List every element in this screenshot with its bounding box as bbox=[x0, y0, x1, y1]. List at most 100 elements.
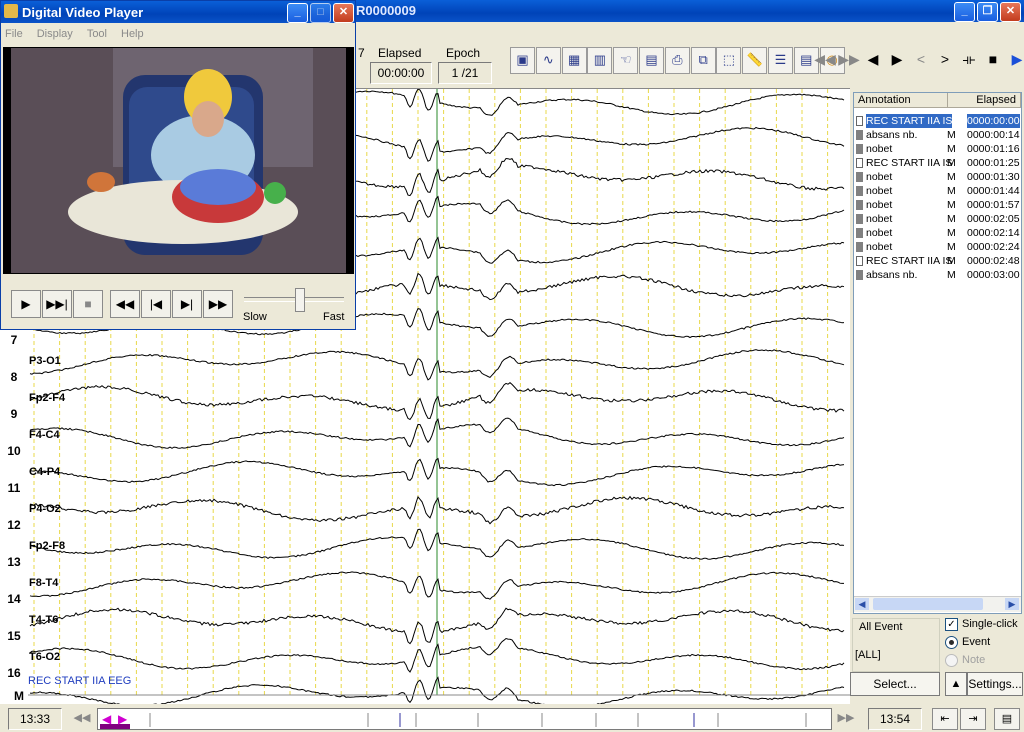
annotation-label: nobet bbox=[866, 241, 893, 253]
annotation-time: 0000:02:05 bbox=[967, 213, 1020, 225]
annotation-row[interactable]: absans nb. M 0000:00:14 bbox=[854, 128, 1021, 142]
fast-play-button[interactable]: ▶▶| bbox=[42, 290, 72, 318]
annotation-type: M bbox=[947, 143, 956, 155]
annotation-label: nobet bbox=[866, 185, 893, 197]
annotation-type: M bbox=[947, 129, 956, 141]
center-button[interactable]: ⟛ bbox=[958, 47, 980, 72]
list-icon[interactable]: ☰ bbox=[768, 47, 793, 74]
step-back-button[interactable]: < bbox=[910, 47, 932, 72]
vp-menu-help[interactable]: Help bbox=[121, 28, 144, 40]
annotation-marker-icon bbox=[856, 228, 863, 238]
speed-slow-label: Slow bbox=[243, 311, 267, 323]
rewind-icon[interactable]: ◀◀ bbox=[72, 709, 92, 727]
annotation-row[interactable]: nobet M 0000:02:05 bbox=[854, 212, 1021, 226]
annotation-row[interactable]: nobet M 0000:01:30 bbox=[854, 170, 1021, 184]
timeline-end-time: 13:54 bbox=[868, 708, 922, 730]
step-forward-button[interactable]: > bbox=[934, 47, 956, 72]
scroll-right-icon[interactable]: ▶ bbox=[1005, 598, 1019, 610]
select-button[interactable]: Select... bbox=[850, 672, 940, 696]
vp-minimize-button[interactable]: _ bbox=[287, 3, 308, 23]
jump-start-icon[interactable]: ⇤ bbox=[932, 708, 958, 730]
annotation-row[interactable]: REC START IIA IS M 0000:02:48 bbox=[854, 254, 1021, 268]
hand-icon[interactable]: ☜ bbox=[613, 47, 639, 74]
annotation-list[interactable]: Annotation Elapsed REC START IIA IS 0000:… bbox=[853, 92, 1022, 614]
event-filter-group: All Event [ALL] bbox=[852, 618, 940, 672]
annotation-row[interactable]: absans nb. M 0000:03:00 bbox=[854, 268, 1021, 282]
play-button[interactable]: ▶ bbox=[11, 290, 41, 318]
annotation-marker-icon bbox=[856, 186, 863, 196]
annotation-row[interactable]: REC START IIA IS 0000:00:00 bbox=[854, 114, 1021, 128]
channel-name: Fp2-F8 bbox=[29, 540, 66, 552]
single-click-label: Single-click bbox=[962, 618, 1018, 630]
vp-menu-file[interactable]: File bbox=[5, 28, 23, 40]
jump-end-icon[interactable]: ⇥ bbox=[960, 708, 986, 730]
ruler-icon[interactable]: 📏 bbox=[742, 47, 768, 74]
copy-icon[interactable]: ⧉ bbox=[690, 47, 716, 74]
vp-maximize-button[interactable]: □ bbox=[310, 3, 331, 23]
elapsed-column-header[interactable]: Elapsed bbox=[948, 93, 1021, 108]
close-button[interactable]: ✕ bbox=[1000, 2, 1021, 22]
single-click-checkbox[interactable]: ✓ bbox=[945, 618, 958, 631]
annotation-time: 0000:01:25 bbox=[967, 157, 1020, 169]
vp-menu-tool[interactable]: Tool bbox=[87, 28, 107, 40]
stop-playback-button[interactable]: ■ bbox=[982, 47, 1004, 72]
annotation-row[interactable]: nobet M 0000:01:16 bbox=[854, 142, 1021, 156]
event-list-icon[interactable]: ▤ bbox=[994, 708, 1020, 730]
channel-number: 7 bbox=[10, 333, 18, 347]
annotation-row[interactable]: nobet M 0000:01:44 bbox=[854, 184, 1021, 198]
annotation-label: absans nb. bbox=[866, 129, 918, 141]
select-icon[interactable]: ⬚ bbox=[716, 47, 742, 74]
speed-slider-track[interactable] bbox=[244, 297, 344, 302]
video-player-title-bar[interactable]: Digital Video Player _ □ ✕ bbox=[1, 1, 355, 23]
annotation-time: 0000:00:14 bbox=[967, 129, 1020, 141]
rewind-button[interactable]: ◀◀ bbox=[110, 290, 140, 318]
channel-number: 10 bbox=[7, 444, 21, 458]
channel-number: 13 bbox=[7, 555, 21, 569]
step-forward-button[interactable]: ▶| bbox=[172, 290, 202, 318]
timeline-track[interactable]: ◀ ▶ bbox=[97, 708, 832, 730]
play-button[interactable]: ▶ bbox=[1006, 47, 1024, 72]
vp-menu-display[interactable]: Display bbox=[37, 28, 73, 40]
annotation-type: M bbox=[947, 213, 956, 225]
print-icon[interactable]: ⎙ bbox=[664, 47, 690, 74]
previous-button[interactable]: ◀ bbox=[862, 47, 884, 72]
event-radio[interactable] bbox=[945, 636, 958, 649]
annotation-label: nobet bbox=[866, 143, 893, 155]
annotation-row[interactable]: REC START IIA IS M 0000:01:25 bbox=[854, 156, 1021, 170]
stop-button[interactable]: ■ bbox=[73, 290, 103, 318]
event-radio-label: Event bbox=[962, 636, 991, 648]
annotation-row[interactable]: nobet M 0000:02:14 bbox=[854, 226, 1021, 240]
first-page-button[interactable]: ◀◀ bbox=[814, 47, 836, 72]
notes-icon[interactable]: ▤ bbox=[639, 47, 664, 74]
scroll-left-icon[interactable]: ◀ bbox=[855, 598, 869, 610]
annotation-label: nobet bbox=[866, 213, 893, 225]
annotation-row[interactable]: nobet M 0000:01:57 bbox=[854, 198, 1021, 212]
channel-number: 9 bbox=[10, 407, 18, 421]
channel-icon[interactable]: ▥ bbox=[587, 47, 613, 74]
elapsed-label: Elapsed bbox=[378, 46, 422, 60]
scroll-thumb[interactable] bbox=[873, 598, 983, 610]
waveform-icon[interactable]: ∿ bbox=[535, 47, 561, 74]
montage-icon[interactable]: ▦ bbox=[561, 47, 587, 74]
minimize-button[interactable]: _ bbox=[954, 2, 975, 22]
video-frame bbox=[3, 47, 354, 274]
video-player-window[interactable]: Digital Video Player _ □ ✕ File Display To… bbox=[0, 0, 356, 330]
vp-close-button[interactable]: ✕ bbox=[333, 3, 354, 23]
horizontal-scrollbar[interactable]: ◀ ▶ bbox=[854, 596, 1021, 612]
step-back-button[interactable]: |◀ bbox=[141, 290, 171, 318]
video-player-menu: File Display Tool Help bbox=[5, 28, 158, 40]
save-icon[interactable]: ▣ bbox=[510, 47, 535, 74]
note-radio[interactable] bbox=[945, 654, 958, 667]
speed-slider-thumb[interactable] bbox=[295, 288, 305, 312]
up-triangle-icon[interactable]: ▲ bbox=[945, 672, 967, 696]
fast-forward-page-button[interactable]: ▶▶ bbox=[838, 47, 860, 72]
channel-name: P3-O1 bbox=[29, 355, 61, 367]
annotation-row[interactable]: nobet M 0000:02:24 bbox=[854, 240, 1021, 254]
next-button[interactable]: ▶ bbox=[886, 47, 908, 72]
forward-button[interactable]: ▶▶ bbox=[203, 290, 233, 318]
restore-button[interactable]: ❐ bbox=[977, 2, 998, 22]
settings-button[interactable]: Settings... bbox=[967, 672, 1023, 696]
annotation-column-header[interactable]: Annotation bbox=[854, 93, 948, 108]
annotation-marker-icon bbox=[856, 200, 863, 210]
fast-forward-icon[interactable]: ▶▶ bbox=[836, 709, 856, 727]
